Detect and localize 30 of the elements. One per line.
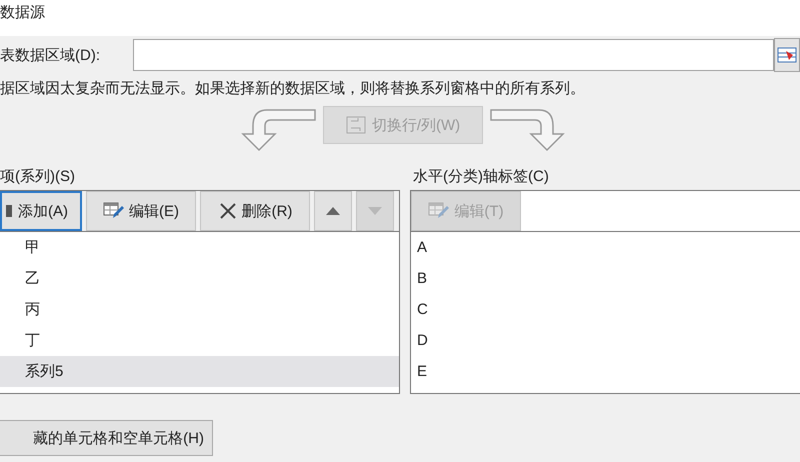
x-icon (218, 202, 238, 220)
switch-icon (346, 116, 366, 134)
range-label: 表数据区域(D): (0, 46, 101, 64)
list-item[interactable]: 系列5 (0, 356, 399, 387)
range-picker-button[interactable] (774, 38, 800, 72)
hidden-empty-cells-button[interactable]: 藏的单元格和空单元格(H) (0, 420, 213, 456)
delete-button[interactable]: 删除(R) (200, 191, 310, 231)
list-item[interactable]: D (411, 325, 800, 356)
list-item[interactable]: C (411, 294, 800, 325)
list-item[interactable]: 丙 (0, 294, 399, 325)
list-item[interactable]: 乙 (0, 263, 399, 294)
range-input-field[interactable] (133, 39, 774, 71)
window-title: 数据源 (0, 4, 45, 22)
list-item[interactable]: B (411, 263, 800, 294)
info-message: 据区域因太复杂而无法显示。如果选择新的数据区域，则将替换系列窗格中的所有系列。 (0, 79, 586, 99)
add-icon (6, 203, 14, 219)
edit-button[interactable]: 编辑(E) (86, 191, 196, 231)
list-item[interactable]: A (411, 232, 800, 263)
list-item[interactable]: E (411, 356, 800, 387)
panel-label: 水平(分类)轴标签(C) (412, 167, 550, 187)
table-pencil-icon (428, 202, 450, 220)
range-picker-icon (777, 46, 797, 64)
move-up-button[interactable] (314, 191, 352, 231)
list-item[interactable]: 甲 (0, 232, 399, 263)
up-triangle-icon (326, 207, 340, 215)
panel-label: 项(系列)(S) (0, 167, 76, 187)
add-button[interactable]: 添加(A) (0, 191, 82, 231)
table-pencil-icon (103, 202, 125, 220)
down-triangle-icon (368, 207, 382, 215)
list-item[interactable]: 丁 (0, 325, 399, 356)
